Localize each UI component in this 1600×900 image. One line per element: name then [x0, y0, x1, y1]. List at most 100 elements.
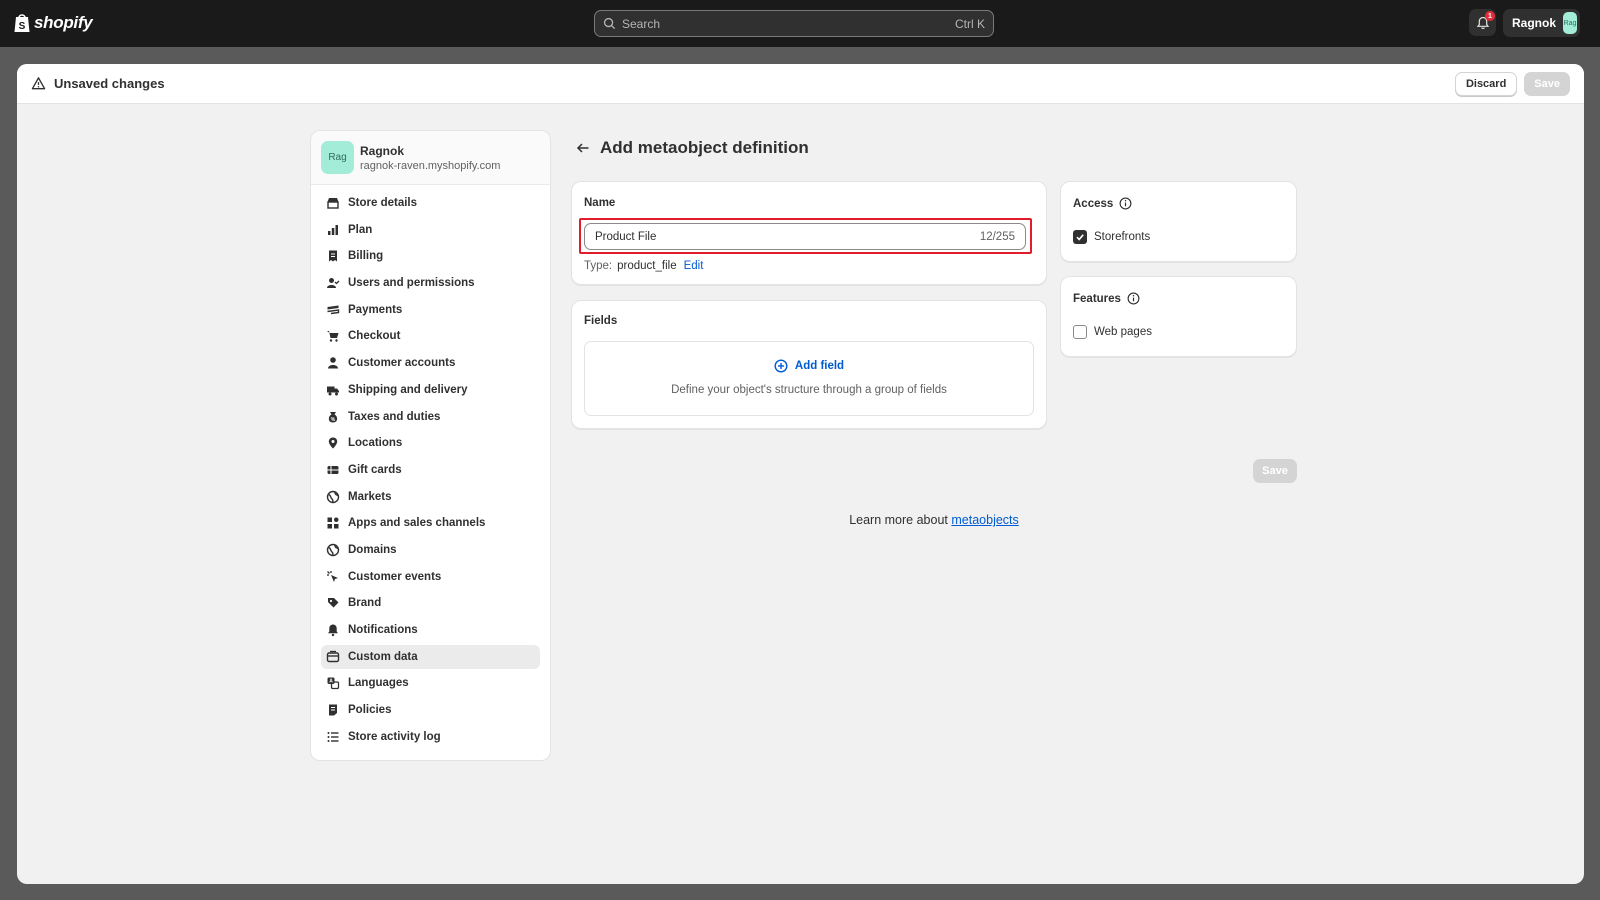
info-icon[interactable]: [1127, 292, 1140, 305]
sidebar-item-label: Checkout: [348, 330, 401, 343]
gift-card-icon: [327, 465, 339, 474]
sidebar-item-label: Billing: [348, 250, 384, 263]
search-placeholder: Search: [622, 16, 661, 31]
edit-type-link[interactable]: Edit: [684, 260, 704, 272]
avatar: Rag: [1563, 12, 1577, 34]
sidebar-item-languages[interactable]: A Languages: [321, 671, 540, 695]
save-button[interactable]: Save: [1524, 71, 1570, 96]
sidebar-item-label: Payments: [348, 303, 403, 316]
settings-nav: Store details Plan Billing Users and permis…: [311, 185, 550, 749]
sidebar-item-store-details[interactable]: Store details: [321, 191, 540, 215]
info-icon[interactable]: [1119, 197, 1132, 210]
sidebar-item-taxes-and-duties[interactable]: % Taxes and duties: [321, 405, 540, 429]
sidebar-item-payments[interactable]: Payments: [321, 298, 540, 322]
back-arrow-icon[interactable]: [576, 141, 590, 155]
metaobjects-link[interactable]: metaobjects: [951, 513, 1018, 527]
sidebar-item-domains[interactable]: Domains: [321, 538, 540, 562]
sidebar-item-shipping-and-delivery[interactable]: Shipping and delivery: [321, 378, 540, 402]
storefronts-option[interactable]: Storefronts: [1073, 230, 1150, 244]
sidebar-item-label: Locations: [348, 437, 403, 450]
sidebar-item-label: Languages: [348, 677, 409, 690]
learn-more-prefix: Learn more about: [849, 513, 948, 527]
main-frame: Unsaved changes Discard Save Rag Ragnok …: [17, 64, 1584, 884]
sidebar-item-apps-and-sales-channels[interactable]: Apps and sales channels: [321, 511, 540, 535]
unsaved-changes-title: Unsaved changes: [54, 76, 165, 91]
name-card: Name Product File 12/255 Type: product_f…: [571, 181, 1047, 285]
web-pages-checkbox[interactable]: [1073, 325, 1087, 339]
sidebar-item-label: Store details: [348, 197, 418, 209]
web-pages-option[interactable]: Web pages: [1073, 325, 1152, 339]
sidebar-item-customer-accounts[interactable]: Customer accounts: [321, 351, 540, 375]
sidebar-item-brand[interactable]: Brand: [321, 591, 540, 615]
sidebar-item-label: Store activity log: [348, 730, 441, 743]
cursor-icon: [327, 570, 338, 582]
page-header: Add metaobject definition: [576, 138, 809, 158]
user-name: Ragnok: [1512, 16, 1557, 30]
sidebar-item-label: Plan: [348, 223, 373, 236]
add-field-label: Add field: [794, 360, 845, 372]
discard-button[interactable]: Discard: [1454, 71, 1518, 96]
type-label: Type:: [584, 260, 613, 272]
svg-text:%: %: [331, 417, 336, 423]
sidebar-item-label: Gift cards: [348, 463, 402, 476]
sidebar-item-billing[interactable]: Billing: [321, 244, 540, 268]
character-counter: 12/255: [979, 230, 1015, 243]
storefronts-checkbox[interactable]: [1073, 230, 1087, 244]
notifications-button[interactable]: 1: [1469, 9, 1496, 36]
sidebar-item-plan[interactable]: Plan: [321, 218, 540, 242]
list-icon: [327, 731, 339, 742]
svg-text:A: A: [329, 679, 333, 685]
features-title: Features: [1073, 292, 1121, 305]
sidebar-item-policies[interactable]: Policies: [321, 698, 540, 722]
sidebar-item-checkout[interactable]: Checkout: [321, 324, 540, 348]
storefronts-label: Storefronts: [1094, 231, 1151, 243]
fields-help-text: Define your object's structure through a…: [671, 384, 947, 396]
billing-icon: [329, 250, 337, 262]
fields-label: Fields: [584, 315, 618, 327]
apps-icon: [327, 517, 339, 529]
sidebar-item-custom-data[interactable]: Custom data: [321, 644, 540, 669]
checkmark-icon: [1076, 234, 1084, 241]
top-bar: S shopify Search Ctrl K 1 Ragnok Rag: [0, 0, 1600, 47]
type-row: Type: product_file Edit: [584, 260, 703, 272]
store-name: Ragnok: [360, 143, 405, 158]
sidebar-item-markets[interactable]: Markets: [321, 485, 540, 509]
users-icon: [327, 278, 340, 289]
location-icon: [328, 437, 338, 449]
brand-icon: [328, 598, 339, 608]
name-input-value: Product File: [595, 230, 657, 243]
sidebar-item-customer-events[interactable]: Customer events: [321, 565, 540, 589]
features-title-row: Features: [1073, 292, 1140, 305]
sidebar-item-locations[interactable]: Locations: [321, 431, 540, 455]
search-icon: [603, 17, 616, 30]
settings-sidebar: Rag Ragnok ragnok-raven.myshopify.com St…: [310, 130, 551, 761]
bell-icon: [328, 624, 338, 637]
sidebar-item-label: Domains: [348, 543, 397, 556]
sidebar-item-label: Markets: [348, 490, 392, 503]
fields-empty-state: Add field Define your object's structure…: [584, 341, 1034, 416]
truck-icon: [327, 386, 339, 396]
sidebar-item-notifications[interactable]: Notifications: [321, 618, 540, 642]
globe-icon: [326, 490, 340, 503]
bottom-save-button[interactable]: Save: [1253, 459, 1297, 483]
sidebar-item-gift-cards[interactable]: Gift cards: [321, 458, 540, 482]
sidebar-item-label: Customer accounts: [348, 357, 456, 370]
store-icon: [327, 198, 339, 209]
search-input[interactable]: Search Ctrl K: [594, 10, 994, 37]
sidebar-item-users-and-permissions[interactable]: Users and permissions: [321, 271, 540, 295]
store-header[interactable]: Rag Ragnok ragnok-raven.myshopify.com: [311, 131, 550, 185]
add-field-button[interactable]: Add field: [585, 359, 1033, 373]
shopify-logo[interactable]: S shopify: [13, 12, 93, 33]
sidebar-item-store-activity-log[interactable]: Store activity log: [321, 725, 540, 749]
language-icon: A: [327, 677, 340, 690]
plan-icon: [328, 224, 338, 235]
sidebar-item-label: Customer events: [348, 570, 442, 583]
shopify-bag-icon: S: [14, 14, 30, 32]
sidebar-item-label: Taxes and duties: [348, 410, 441, 423]
page-title: Add metaobject definition: [600, 138, 809, 157]
name-input[interactable]: Product File 12/255: [584, 223, 1026, 250]
learn-more-text: Learn more about metaobjects: [571, 513, 1297, 527]
unsaved-changes-bar: Unsaved changes Discard Save: [17, 64, 1584, 104]
tax-icon: %: [328, 411, 338, 423]
user-menu-button[interactable]: Ragnok Rag: [1503, 9, 1580, 37]
